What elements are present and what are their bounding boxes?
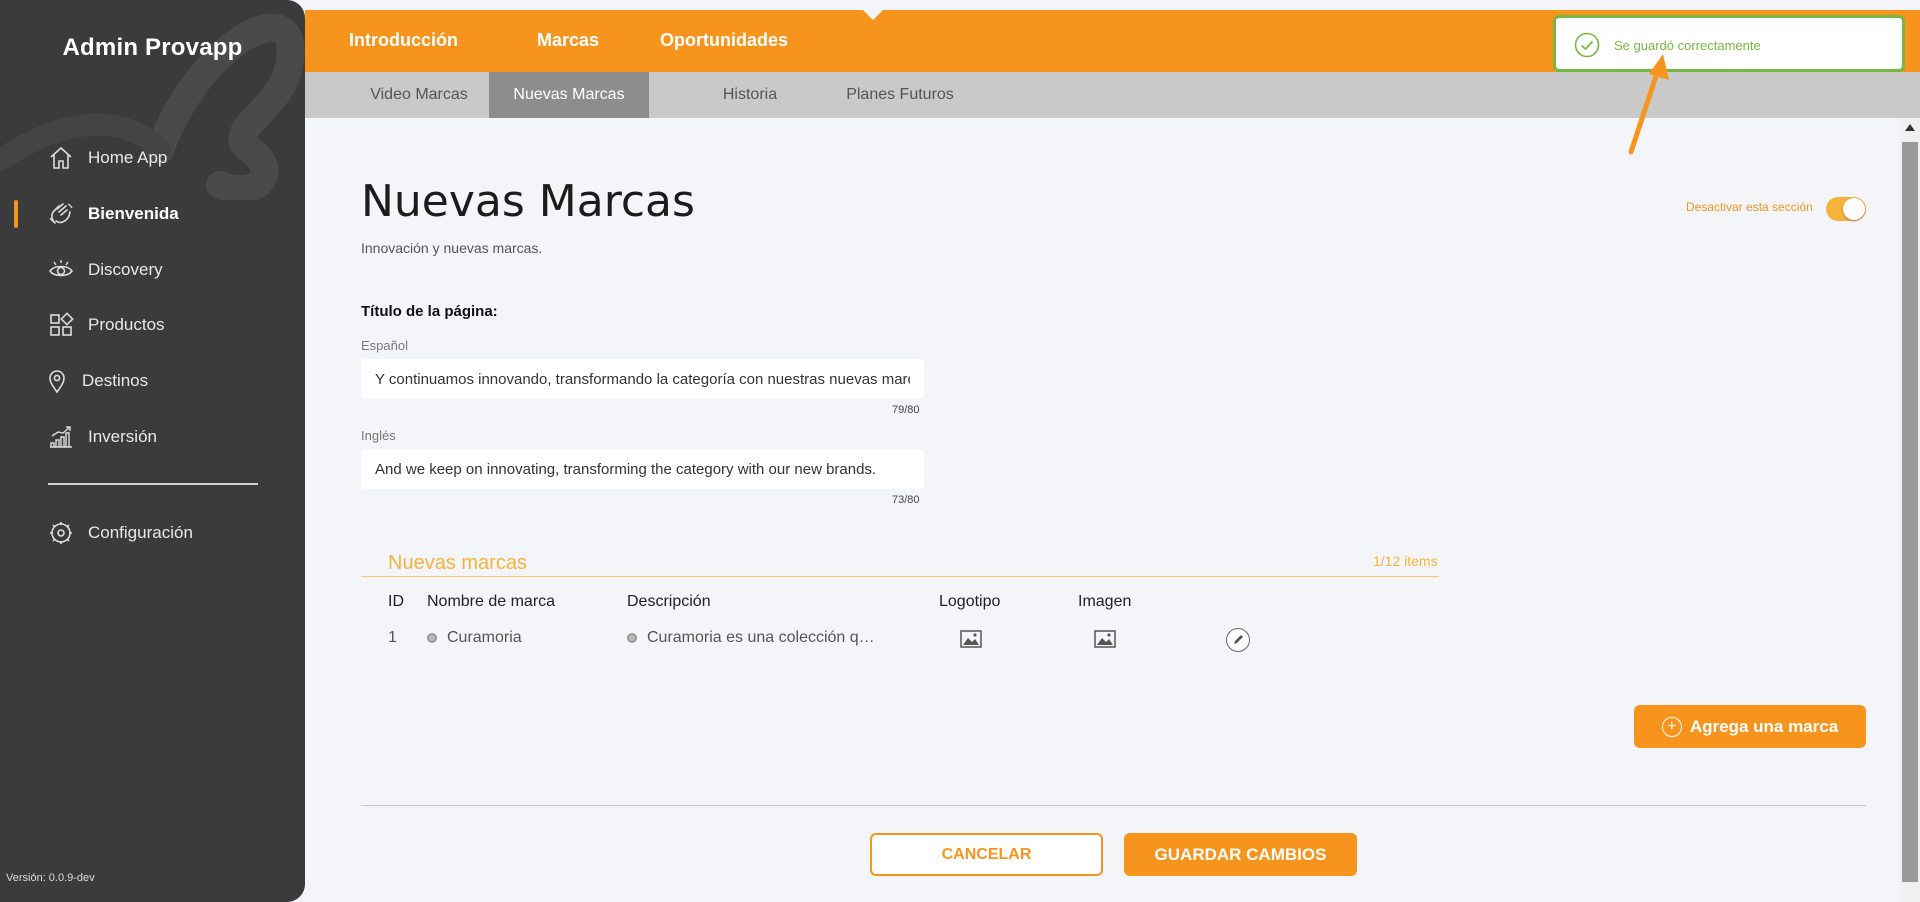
cancel-button[interactable]: CANCELAR bbox=[870, 833, 1103, 876]
logo-image-icon[interactable] bbox=[960, 630, 982, 648]
field-heading: Título de la página: bbox=[361, 303, 498, 320]
row-brand-name: Curamoria bbox=[427, 629, 522, 647]
scrollbar-thumb[interactable] bbox=[1902, 142, 1918, 882]
section-divider bbox=[361, 576, 1439, 577]
column-header-name: Nombre de marca bbox=[427, 593, 556, 610]
description-text: Curamoria es una colección q… bbox=[647, 629, 875, 646]
radio-dot-icon bbox=[427, 633, 437, 643]
active-indicator bbox=[14, 200, 18, 228]
spanish-title-input[interactable] bbox=[361, 359, 924, 399]
english-label: Inglés bbox=[361, 428, 396, 443]
edit-row-button[interactable] bbox=[1226, 628, 1250, 652]
location-pin-icon bbox=[44, 368, 70, 394]
sidebar-item-label: Configuración bbox=[88, 523, 193, 542]
waving-hand-icon bbox=[48, 201, 74, 227]
toggle-knob bbox=[1843, 198, 1865, 220]
sidebar-item-bienvenida[interactable]: Bienvenida bbox=[0, 194, 305, 234]
sidebar-item-inversion[interactable]: Inversión bbox=[0, 417, 305, 457]
english-title-input[interactable] bbox=[361, 449, 924, 489]
check-circle-icon bbox=[1574, 32, 1600, 58]
sidebar-item-configuracion[interactable]: Configuración bbox=[0, 513, 305, 553]
app-brand: Admin Provapp bbox=[62, 34, 243, 61]
sub-nav: Video Marcas Nuevas Marcas Historia Plan… bbox=[305, 72, 1920, 118]
plus-circle-icon: + bbox=[1661, 716, 1682, 737]
save-changes-button[interactable]: GUARDAR CAMBIOS bbox=[1124, 833, 1357, 876]
gear-icon bbox=[48, 520, 74, 546]
column-header-image: Imagen bbox=[1078, 593, 1132, 610]
sidebar-item-label: Bienvenida bbox=[88, 204, 179, 223]
subtab-nuevas-marcas[interactable]: Nuevas Marcas bbox=[489, 72, 649, 118]
sidebar-divider bbox=[48, 483, 258, 485]
spanish-label: Español bbox=[361, 338, 408, 353]
sidebar-item-label: Home App bbox=[88, 148, 168, 167]
sidebar-item-label: Destinos bbox=[82, 371, 149, 390]
grid-shapes-icon bbox=[48, 312, 74, 338]
home-icon bbox=[48, 145, 74, 171]
sidebar: Admin Provapp Home App Bienvenida Discov… bbox=[0, 0, 305, 902]
tab-oportunidades[interactable]: Oportunidades bbox=[660, 30, 788, 51]
footer-divider bbox=[361, 805, 1866, 806]
brands-section-title: Nuevas marcas bbox=[388, 552, 527, 574]
subtab-planes-futuros[interactable]: Planes Futuros bbox=[825, 72, 975, 118]
column-header-description: Descripción bbox=[627, 593, 711, 610]
row-description: Curamoria es una colección q… bbox=[627, 629, 875, 647]
page-title: Nuevas Marcas bbox=[361, 176, 695, 227]
english-char-counter: 73/80 bbox=[892, 494, 920, 506]
add-brand-button[interactable]: + Agrega una marca bbox=[1634, 705, 1866, 748]
add-brand-label: Agrega una marca bbox=[1689, 716, 1839, 736]
subtab-historia[interactable]: Historia bbox=[690, 72, 810, 118]
vertical-scrollbar[interactable] bbox=[1900, 118, 1920, 902]
row-id: 1 bbox=[388, 629, 397, 646]
section-toggle-label: Desactivar esta sección bbox=[1686, 200, 1813, 214]
page-subtitle: Innovación y nuevas marcas. bbox=[361, 240, 543, 256]
image-icon[interactable] bbox=[1094, 630, 1116, 648]
radio-dot-icon bbox=[627, 633, 637, 643]
toast-message: Se guardó correctamente bbox=[1614, 38, 1761, 53]
pencil-icon bbox=[1234, 635, 1243, 644]
sidebar-item-home-app[interactable]: Home App bbox=[0, 138, 305, 178]
annotation-arrow-icon bbox=[1628, 54, 1669, 155]
success-toast: Se guardó correctamente bbox=[1553, 15, 1905, 72]
sidebar-item-label: Productos bbox=[88, 315, 165, 334]
bar-chart-icon bbox=[48, 424, 74, 450]
eye-icon bbox=[48, 257, 74, 283]
brand-name-text: Curamoria bbox=[447, 629, 522, 646]
tab-introduccion[interactable]: Introducción bbox=[349, 30, 458, 51]
column-header-id: ID bbox=[388, 593, 404, 610]
sidebar-item-label: Discovery bbox=[88, 260, 163, 279]
sidebar-item-label: Inversión bbox=[88, 427, 157, 446]
spanish-char-counter: 79/80 bbox=[892, 404, 920, 416]
sidebar-item-productos[interactable]: Productos bbox=[0, 305, 305, 345]
app-version: Versión: 0.0.9-dev bbox=[6, 872, 95, 884]
section-toggle[interactable] bbox=[1826, 197, 1866, 221]
tab-marcas[interactable]: Marcas bbox=[537, 30, 599, 51]
brands-item-count: 1/12 items bbox=[1373, 553, 1438, 569]
sidebar-item-destinos[interactable]: Destinos bbox=[0, 361, 305, 401]
subtab-video-marcas[interactable]: Video Marcas bbox=[349, 72, 489, 118]
column-header-logo: Logotipo bbox=[939, 593, 1001, 610]
active-tab-caret bbox=[863, 10, 883, 20]
sidebar-item-discovery[interactable]: Discovery bbox=[0, 250, 305, 290]
scroll-up-arrow-icon[interactable] bbox=[1905, 124, 1915, 131]
